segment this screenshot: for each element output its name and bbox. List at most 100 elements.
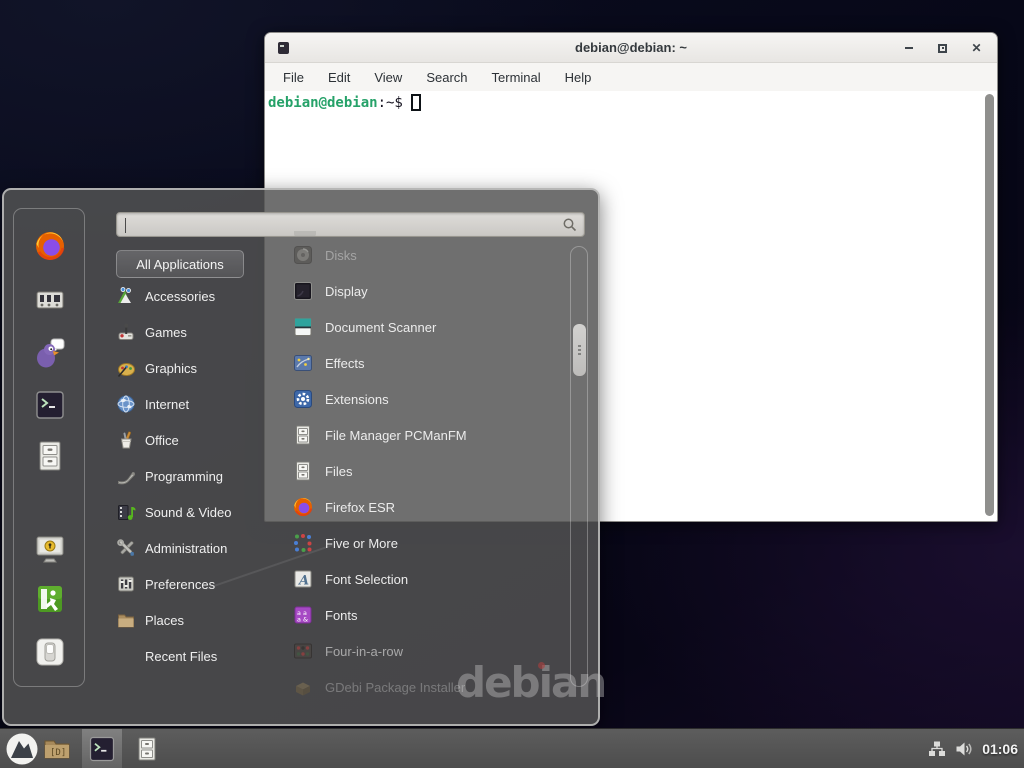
app-five-or-more[interactable]: Five or More xyxy=(292,525,572,561)
app-font-selection[interactable]: A Font Selection xyxy=(292,561,572,597)
app-four-in-a-row[interactable]: Four-in-a-row xyxy=(292,633,572,669)
minimize-button[interactable] xyxy=(902,42,915,55)
app-fonts[interactable]: a aa & Fonts xyxy=(292,597,572,633)
favorite-shutdown[interactable] xyxy=(33,635,67,669)
mixer-icon xyxy=(33,283,67,317)
clock[interactable]: 01:06 xyxy=(982,741,1018,757)
category-games[interactable]: Games xyxy=(116,314,288,350)
administration-icon xyxy=(116,538,136,558)
search-input[interactable] xyxy=(116,212,585,237)
menu-logo-icon xyxy=(5,732,39,766)
menu-file[interactable]: File xyxy=(283,70,304,85)
file-cabinet-icon xyxy=(33,439,67,473)
app-extensions[interactable]: Extensions xyxy=(292,381,572,417)
category-graphics[interactable]: Graphics xyxy=(116,350,288,386)
file-cabinet-icon xyxy=(292,460,314,482)
category-all-applications[interactable]: All Applications xyxy=(116,250,244,278)
category-programming[interactable]: Programming xyxy=(116,458,288,494)
application-menu: debian xyxy=(2,188,600,726)
menu-scrollbar-thumb[interactable] xyxy=(573,324,586,376)
prompt-user: debian@debian xyxy=(268,95,378,111)
preferences-icon xyxy=(116,574,136,594)
menu-scrollbar-track[interactable] xyxy=(570,246,588,687)
category-places[interactable]: Places xyxy=(116,602,288,638)
application-list: Disks Display Document Scanner Effects E… xyxy=(292,237,572,705)
internet-icon xyxy=(116,394,136,414)
category-sound-video[interactable]: Sound & Video xyxy=(116,494,288,530)
four-in-a-row-icon xyxy=(292,640,314,662)
font-selection-icon: A xyxy=(292,568,314,590)
prompt-path: :~$ xyxy=(378,95,403,111)
category-internet[interactable]: Internet xyxy=(116,386,288,422)
favorite-firefox[interactable] xyxy=(33,229,67,263)
category-administration[interactable]: Administration xyxy=(116,530,288,566)
menu-help[interactable]: Help xyxy=(565,70,592,85)
menu-favorites-sidebar xyxy=(13,208,85,687)
app-firefox-esr[interactable]: Firefox ESR xyxy=(292,489,572,525)
category-office[interactable]: Office xyxy=(116,422,288,458)
file-cabinet-icon xyxy=(292,424,314,446)
favorite-pidgin[interactable] xyxy=(33,336,67,370)
app-document-scanner[interactable]: Document Scanner xyxy=(292,309,572,345)
no-icon xyxy=(116,646,136,666)
app-disks[interactable]: Disks xyxy=(292,237,572,273)
category-recent-files[interactable]: Recent Files xyxy=(116,638,288,674)
terminal-scrollbar[interactable] xyxy=(985,94,994,516)
terminal-cursor xyxy=(411,94,421,111)
terminal-icon xyxy=(87,734,117,764)
graphics-icon xyxy=(116,358,136,378)
disks-icon xyxy=(292,244,314,266)
firefox-icon xyxy=(33,229,67,263)
firefox-icon xyxy=(292,496,314,518)
favorite-terminal[interactable] xyxy=(33,388,67,422)
file-manager-button[interactable]: [D] xyxy=(42,734,72,764)
favorite-files[interactable] xyxy=(33,439,67,473)
favorite-lock-screen[interactable] xyxy=(33,531,67,565)
menu-edit[interactable]: Edit xyxy=(328,70,350,85)
programming-icon xyxy=(116,466,136,486)
files-taskbar-button[interactable] xyxy=(134,736,160,762)
window-title: debian@debian: ~ xyxy=(265,40,997,55)
category-list: Accessories Games Graphics Internet Offi… xyxy=(116,278,288,674)
lock-screen-icon xyxy=(33,531,67,565)
log-out-icon xyxy=(33,582,67,616)
five-or-more-icon xyxy=(292,532,314,554)
terminal-menubar: File Edit View Search Terminal Help xyxy=(265,63,997,91)
favorite-log-out[interactable] xyxy=(33,582,67,616)
menu-search[interactable]: Search xyxy=(426,70,467,85)
favorite-settings[interactable] xyxy=(33,283,67,317)
document-scanner-icon xyxy=(292,316,314,338)
svg-text:A: A xyxy=(297,574,309,589)
fonts-icon: a aa & xyxy=(292,604,314,626)
maximize-button[interactable] xyxy=(936,42,949,55)
terminal-titlebar[interactable]: debian@debian: ~ ✕ xyxy=(265,33,997,63)
gdebi-icon xyxy=(292,676,314,698)
games-icon xyxy=(116,322,136,342)
pidgin-icon xyxy=(33,336,67,370)
places-icon xyxy=(116,610,136,630)
app-display[interactable]: Display xyxy=(292,273,572,309)
sound-video-icon xyxy=(116,502,136,522)
menu-terminal[interactable]: Terminal xyxy=(492,70,541,85)
system-tray: 01:06 xyxy=(928,729,1018,768)
app-gdebi-package-installer[interactable]: GDebi Package Installer xyxy=(292,669,572,705)
category-preferences[interactable]: Preferences xyxy=(116,566,288,602)
svg-text:a &: a & xyxy=(297,616,308,624)
shutdown-icon xyxy=(33,635,67,669)
text-caret xyxy=(125,218,126,233)
accessories-icon xyxy=(116,286,136,306)
app-file-manager-pcmanfm[interactable]: File Manager PCManFM xyxy=(292,417,572,453)
extensions-icon xyxy=(292,388,314,410)
category-accessories[interactable]: Accessories xyxy=(116,278,288,314)
svg-text:[D]: [D] xyxy=(50,748,66,758)
menu-view[interactable]: View xyxy=(374,70,402,85)
network-icon[interactable] xyxy=(928,740,946,758)
app-effects[interactable]: Effects xyxy=(292,345,572,381)
close-button[interactable]: ✕ xyxy=(970,42,983,55)
app-files[interactable]: Files xyxy=(292,453,572,489)
file-cabinet-icon xyxy=(134,736,160,762)
display-icon xyxy=(292,280,314,302)
volume-icon[interactable] xyxy=(955,740,973,758)
terminal-taskbar-button-active[interactable] xyxy=(82,729,122,768)
menu-button[interactable] xyxy=(5,732,39,766)
